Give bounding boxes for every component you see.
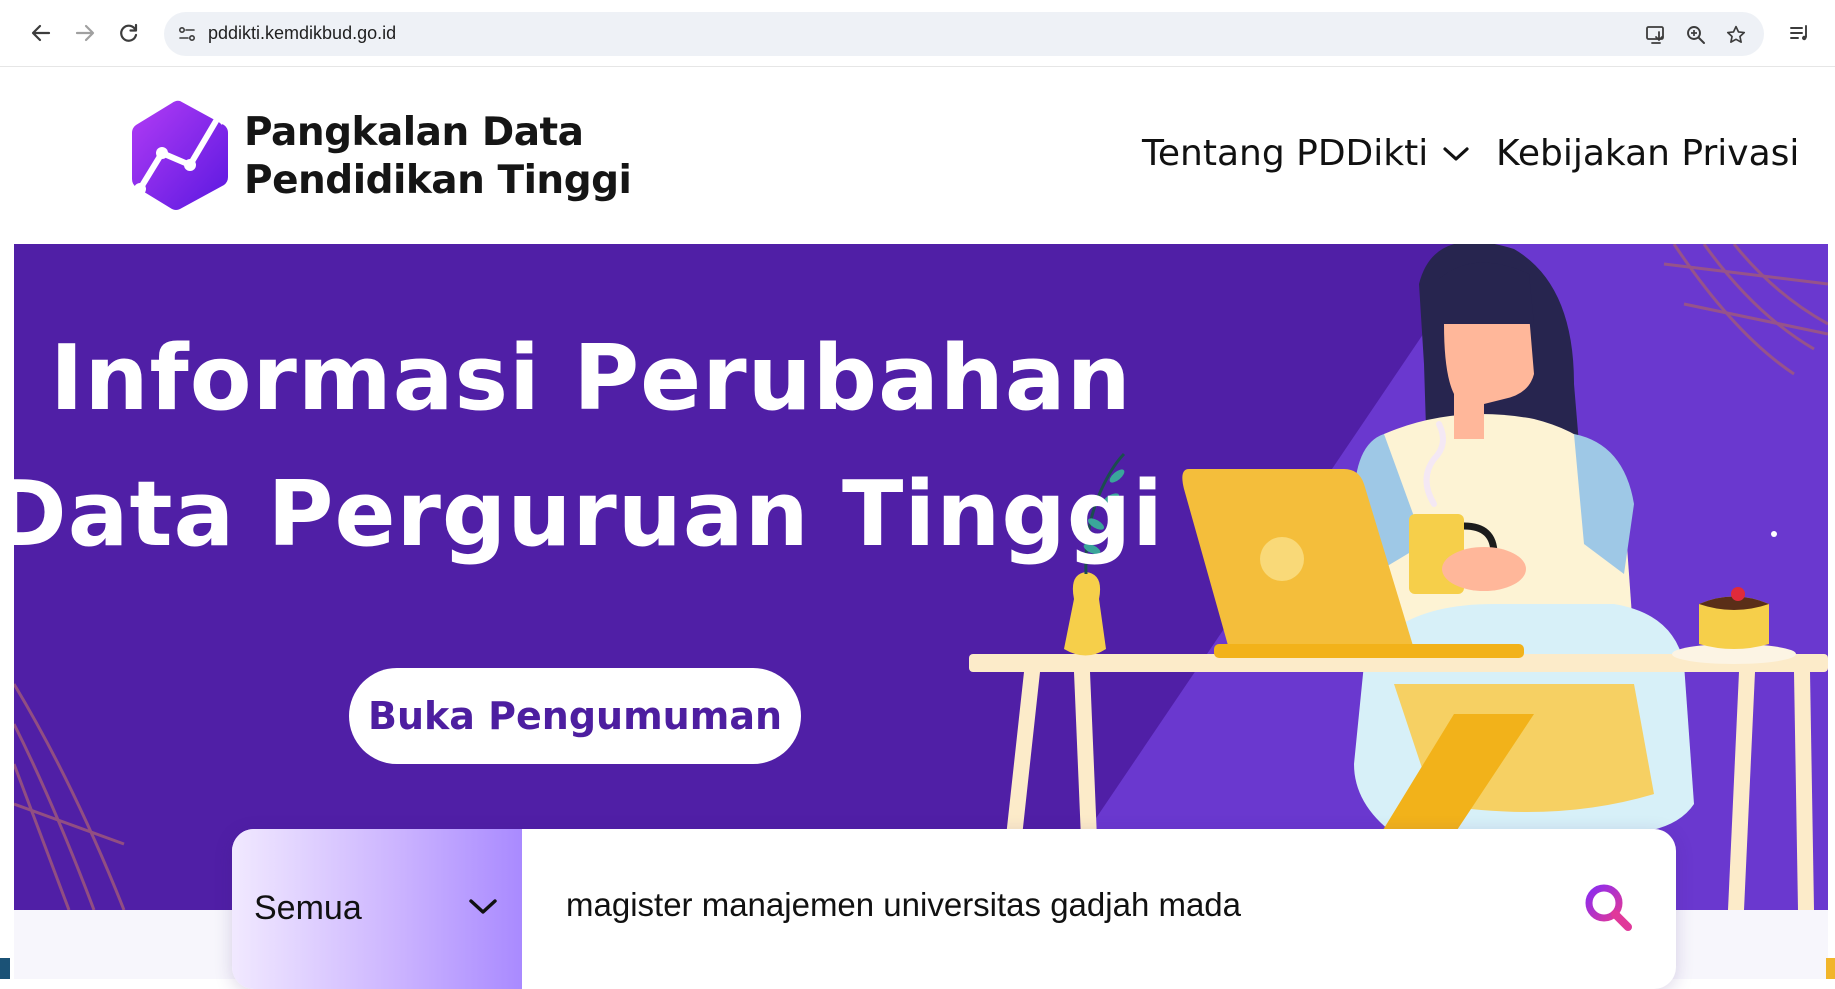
logo-line-2: Pendidikan Tinggi: [244, 158, 632, 203]
star-icon: [1726, 25, 1746, 43]
pddikti-logo-icon[interactable]: [128, 97, 232, 211]
address-bar[interactable]: pddikti.kemdikbud.go.id: [164, 12, 1764, 56]
forward-button[interactable]: [70, 18, 100, 48]
install-app-icon: [1646, 26, 1664, 44]
arrow-right-icon: [75, 24, 95, 42]
announcement-banner[interactable]: Informasi Perubahan Data Perguruan Tingg…: [14, 244, 1828, 910]
search-bar: Semua: [232, 829, 1676, 989]
hero-heading-line-2: Data Perguruan Tinggi: [14, 462, 1165, 567]
reload-icon: [120, 23, 138, 42]
open-announcement-button[interactable]: Buka Pengumuman: [349, 668, 801, 764]
tune-icon: [178, 26, 196, 42]
hero-heading-line-1: Informasi Perubahan: [50, 326, 1132, 431]
search-category-select[interactable]: Semua: [232, 829, 522, 989]
search-category-value: Semua: [254, 889, 362, 927]
install-app-button[interactable]: [1642, 21, 1670, 49]
browser-toolbar: pddikti.kemdikbud.go.id: [0, 0, 1835, 67]
reading-list-icon: [1790, 25, 1807, 41]
bookmark-button[interactable]: [1722, 21, 1750, 49]
chevron-down-icon: [1443, 146, 1469, 161]
search-input[interactable]: [566, 883, 1566, 927]
url-text[interactable]: pddikti.kemdikbud.go.id: [208, 23, 396, 44]
reading-list-button[interactable]: [1786, 19, 1814, 47]
logo-text[interactable]: Pangkalan Data Pendidikan Tinggi: [244, 109, 632, 205]
search-button[interactable]: [1580, 879, 1636, 935]
logo-line-1: Pangkalan Data: [244, 110, 584, 155]
nav-privacy-link[interactable]: Kebijakan Privasi: [1496, 133, 1799, 174]
site-header: Pangkalan Data Pendidikan Tinggi Tentang…: [0, 67, 1835, 244]
back-button[interactable]: [26, 18, 56, 48]
zoom-icon: [1687, 26, 1705, 44]
zoom-button[interactable]: [1682, 21, 1710, 49]
net-decoration-bottom-left: [14, 683, 126, 910]
reload-button[interactable]: [114, 18, 144, 48]
chevron-down-icon: [469, 899, 497, 914]
arrow-left-icon: [31, 24, 51, 42]
search-icon: [1585, 884, 1632, 931]
nav-about-dropdown[interactable]: Tentang PDDikti: [1142, 133, 1470, 174]
right-edge-accent: [1826, 958, 1835, 979]
site-info-button[interactable]: [174, 21, 200, 47]
nav-about-label: Tentang PDDikti: [1142, 133, 1429, 174]
left-edge-accent: [0, 958, 10, 979]
